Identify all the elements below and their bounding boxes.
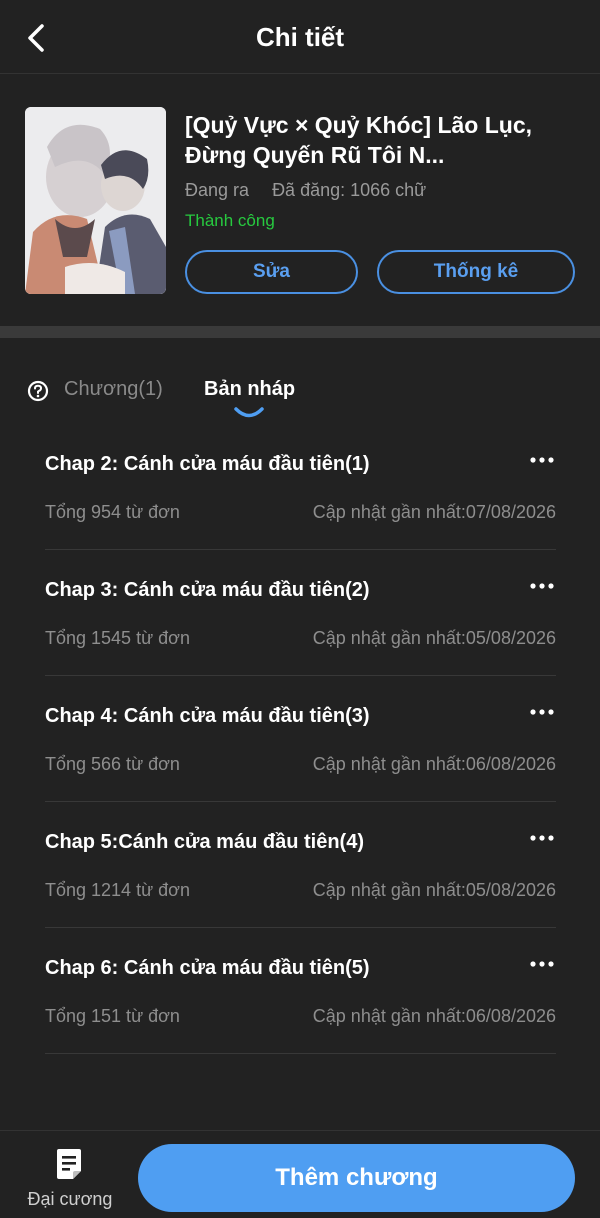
tab-chapters[interactable]: Chương(1) <box>64 378 163 401</box>
book-meta: Đang ra Đã đăng: 1066 chữ <box>185 180 426 201</box>
book-status: Đang ra <box>185 180 250 200</box>
draft-word-count: Tổng 954 từ đơn <box>45 502 180 522</box>
book-cover-image[interactable] <box>25 107 166 294</box>
review-status: Thành công <box>185 211 275 230</box>
draft-word-count: Tổng 566 từ đơn <box>45 754 180 774</box>
more-horizontal-icon <box>530 961 554 967</box>
more-horizontal-icon <box>530 583 554 589</box>
book-title: [Quỷ Vực × Quỷ Khóc] Lão Lục, Đừng Quyến… <box>185 112 533 168</box>
list-item[interactable]: Chap 5:Cánh cửa máu đầu tiên(4) Tổng 121… <box>45 802 556 928</box>
draft-updated: Cập nhật gần nhất:06/08/2026 <box>312 1006 556 1026</box>
book-word-count: Đã đăng: 1066 chữ <box>272 180 427 200</box>
add-chapter-button[interactable]: Thêm chương <box>138 1144 575 1212</box>
outline-button[interactable]: Đại cương <box>18 1143 122 1213</box>
more-options-button[interactable] <box>528 576 556 596</box>
list-item[interactable]: Chap 3: Cánh cửa máu đầu tiên(2) Tổng 15… <box>45 550 556 676</box>
more-options-button[interactable] <box>528 828 556 848</box>
book-info-card: [Quỷ Vực × Quỷ Khóc] Lão Lục, Đừng Quyến… <box>0 74 600 324</box>
draft-title: Chap 2: Cánh cửa máu đầu tiên(1) <box>45 453 370 475</box>
more-horizontal-icon <box>530 835 554 841</box>
app-header: Chi tiết <box>0 0 600 74</box>
active-tab-indicator <box>234 407 264 418</box>
draft-title: Chap 4: Cánh cửa máu đầu tiên(3) <box>45 705 370 727</box>
bottom-action-bar: Đại cương Thêm chương <box>0 1130 600 1218</box>
help-icon[interactable] <box>27 380 49 402</box>
tab-drafts[interactable]: Bản nháp <box>204 378 295 401</box>
draft-updated: Cập nhật gần nhất:07/08/2026 <box>312 502 556 522</box>
statistics-button[interactable]: Thống kê <box>377 250 575 294</box>
draft-word-count: Tổng 1545 từ đơn <box>45 628 190 648</box>
outline-label: Đại cương <box>27 1189 113 1209</box>
draft-title: Chap 3: Cánh cửa máu đầu tiên(2) <box>45 579 370 601</box>
list-item[interactable]: Chap 4: Cánh cửa máu đầu tiên(3) Tổng 56… <box>45 676 556 802</box>
edit-button[interactable]: Sửa <box>185 250 358 294</box>
more-options-button[interactable] <box>528 450 556 470</box>
section-divider <box>0 326 600 338</box>
more-horizontal-icon <box>530 709 554 715</box>
page-title: Chi tiết <box>255 22 345 52</box>
chapter-tabs: Chương(1) Bản nháp <box>0 370 600 420</box>
draft-title: Chap 5:Cánh cửa máu đầu tiên(4) <box>45 831 364 853</box>
list-item[interactable]: Chap 2: Cánh cửa máu đầu tiên(1) Tổng 95… <box>45 424 556 550</box>
more-options-button[interactable] <box>528 954 556 974</box>
document-icon <box>57 1149 81 1179</box>
draft-updated: Cập nhật gần nhất:05/08/2026 <box>312 628 556 648</box>
more-options-button[interactable] <box>528 702 556 722</box>
draft-updated: Cập nhật gần nhất:05/08/2026 <box>312 880 556 900</box>
draft-updated: Cập nhật gần nhất:06/08/2026 <box>312 754 556 774</box>
list-item[interactable]: Chap 6: Cánh cửa máu đầu tiên(5) Tổng 15… <box>45 928 556 1054</box>
draft-list: Chap 2: Cánh cửa máu đầu tiên(1) Tổng 95… <box>45 424 556 1054</box>
draft-word-count: Tổng 1214 từ đơn <box>45 880 190 900</box>
draft-word-count: Tổng 151 từ đơn <box>45 1006 180 1026</box>
draft-title: Chap 6: Cánh cửa máu đầu tiên(5) <box>45 957 370 979</box>
more-horizontal-icon <box>530 457 554 463</box>
